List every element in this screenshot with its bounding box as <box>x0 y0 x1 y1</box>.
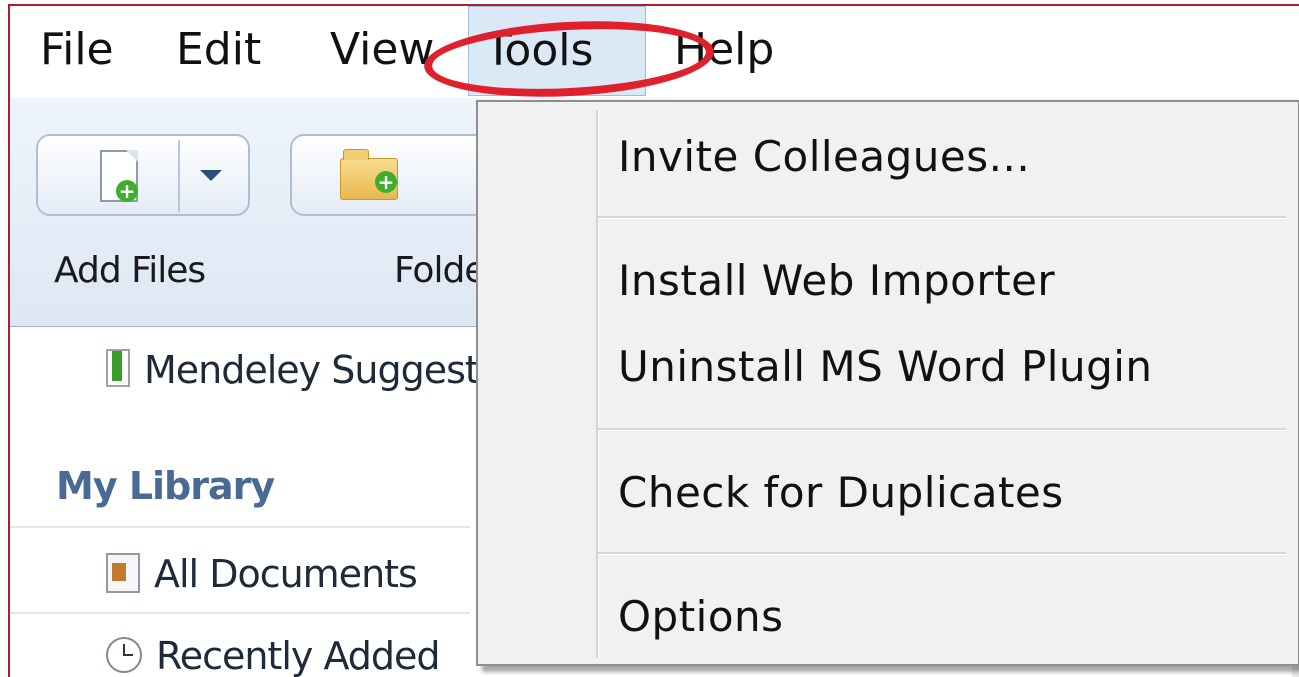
menu-edit[interactable]: Edit <box>160 6 277 96</box>
documents-icon <box>106 553 140 593</box>
sidebar: Mendeley Suggest My Library All Document… <box>10 328 480 677</box>
bookmark-icon <box>106 349 130 387</box>
menu-item-install-web-importer[interactable]: Install Web Importer <box>618 256 1055 305</box>
menu-view[interactable]: View <box>314 6 450 96</box>
app-window: File Edit View Tools Help + Add Files + … <box>8 4 1299 677</box>
menu-separator <box>598 552 1286 555</box>
menu-item-check-for-duplicates[interactable]: Check for Duplicates <box>618 468 1064 517</box>
menu-tools[interactable]: Tools <box>468 6 646 96</box>
menu-separator <box>598 428 1286 431</box>
menu-item-uninstall-ms-word-plugin[interactable]: Uninstall MS Word Plugin <box>618 342 1153 391</box>
tools-dropdown-menu: Invite Colleagues... Install Web Importe… <box>476 100 1299 666</box>
add-files-button[interactable]: + <box>36 134 250 216</box>
plus-icon: + <box>375 171 397 193</box>
add-folder-button[interactable]: + <box>290 134 490 216</box>
menu-item-invite-colleagues[interactable]: Invite Colleagues... <box>618 132 1030 181</box>
menu-file[interactable]: File <box>24 6 130 96</box>
folder-icon: + <box>340 149 398 200</box>
plus-icon: + <box>116 180 138 202</box>
menu-help[interactable]: Help <box>658 6 790 96</box>
clock-icon <box>106 637 142 673</box>
section-title-my-library: My Library <box>56 464 275 508</box>
chevron-down-icon[interactable] <box>200 170 222 181</box>
menu-separator <box>598 216 1286 219</box>
add-document-icon: + <box>100 150 138 202</box>
menu-bar: File Edit View Tools Help <box>10 6 1299 104</box>
menu-item-options[interactable]: Options <box>618 592 784 641</box>
add-files-label: Add Files <box>54 250 206 291</box>
